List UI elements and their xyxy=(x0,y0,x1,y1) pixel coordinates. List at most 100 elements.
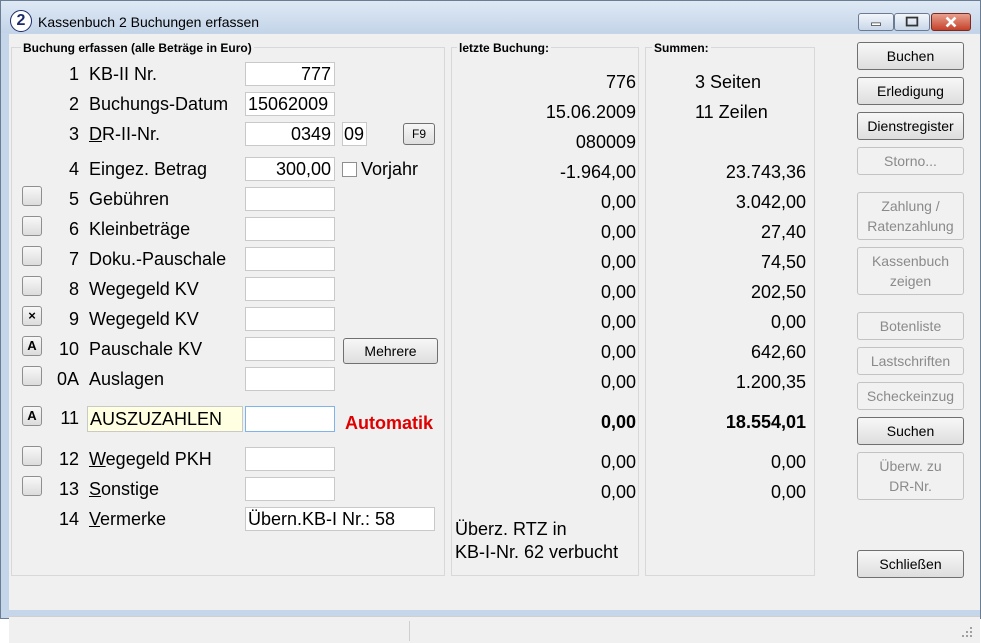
sums-value: 23.743,36 xyxy=(725,162,806,182)
dr-ii-year-field[interactable]: 09 xyxy=(342,122,367,146)
title-bar[interactable]: 2 Kassenbuch 2 Buchungen erfassen xyxy=(1,1,980,33)
mileage-kv-field-8[interactable] xyxy=(245,277,335,301)
last-booking-value: -1.964,00 xyxy=(559,162,636,182)
payout-field[interactable] xyxy=(245,406,335,432)
doc-flatrate-field[interactable] xyxy=(245,247,335,271)
status-bar xyxy=(9,616,980,643)
multiple-button[interactable]: Mehrere xyxy=(343,338,438,364)
row-label: Vermerke xyxy=(89,509,166,530)
sums-value: 3.042,00 xyxy=(735,192,806,212)
status-separator xyxy=(409,621,410,641)
service-register-button[interactable]: Dienstregister xyxy=(857,112,964,140)
sums-pages: 3 Seiten xyxy=(695,72,762,92)
fees-field[interactable] xyxy=(245,187,335,211)
mileage-kv-field-9[interactable] xyxy=(245,307,335,331)
row-number: 9 xyxy=(68,309,79,329)
close-button[interactable] xyxy=(931,13,971,31)
last-booking-title: letzte Buchung: xyxy=(457,41,551,55)
last-booking-value: 0,00 xyxy=(600,192,636,212)
row-number: 3 xyxy=(68,124,79,144)
messenger-list-button[interactable]: Botenliste xyxy=(857,312,964,340)
kb-ii-nr-field[interactable]: 777 xyxy=(245,62,335,86)
search-button[interactable]: Suchen xyxy=(857,417,964,445)
row-label: Gebühren xyxy=(89,189,170,209)
row-label: Wegegeld PKH xyxy=(89,449,212,470)
row-number: 7 xyxy=(68,249,79,269)
resize-grip-icon[interactable] xyxy=(959,625,973,639)
expenses-field[interactable] xyxy=(245,367,335,391)
row-label: Wegegeld KV xyxy=(89,309,199,329)
sums-lines: 11 Zeilen xyxy=(695,102,768,122)
sums-value: 0,00 xyxy=(770,482,806,502)
sums-value: 642,60 xyxy=(750,342,806,362)
main-window: 2 Kassenbuch 2 Buchungen erfassen Buchun… xyxy=(0,0,981,643)
sums-value: 74,50 xyxy=(760,252,806,272)
last-booking-value: 15.06.2009 xyxy=(545,102,636,122)
sums-value: 0,00 xyxy=(770,452,806,472)
row-number: 1 xyxy=(68,64,79,84)
payout-label-field[interactable]: AUSZUZAHLEN xyxy=(87,406,243,432)
close-dialog-button[interactable]: Schließen xyxy=(857,550,964,578)
automatic-label: Automatik xyxy=(345,413,434,433)
sums-value: 27,40 xyxy=(760,222,806,242)
last-booking-value: 0,00 xyxy=(600,282,636,302)
last-booking-value: 0,00 xyxy=(600,372,636,392)
last-booking-value: 0,00 xyxy=(600,452,636,472)
row-number: 8 xyxy=(68,279,79,299)
row-label: Auslagen xyxy=(89,369,165,389)
row-label-mnemonic: V xyxy=(89,509,101,529)
row-number: 12 xyxy=(58,449,79,469)
other-field[interactable] xyxy=(245,477,335,501)
cancel-booking-button[interactable]: Storno... xyxy=(857,147,964,175)
last-booking-value: 776 xyxy=(605,72,636,92)
payment-installment-button[interactable]: Zahlung / Ratenzahlung xyxy=(857,192,964,240)
booking-date-field[interactable]: 15062009 xyxy=(245,92,335,116)
booking-panel-title: Buchung erfassen (alle Beträge in Euro) xyxy=(21,41,254,55)
vorjahr-label: Vorjahr xyxy=(361,159,419,179)
direct-debits-button[interactable]: Lastschriften xyxy=(857,347,964,375)
last-booking-value: 0,00 xyxy=(600,482,636,502)
row-number: 13 xyxy=(58,479,79,499)
minimize-icon xyxy=(871,22,881,26)
window-title: Kassenbuch 2 Buchungen erfassen xyxy=(38,14,260,30)
close-icon xyxy=(945,16,957,28)
remarks-field[interactable]: Übern.KB-I Nr.: 58 xyxy=(245,507,435,531)
last-booking-value: 0,00 xyxy=(600,252,636,272)
last-booking-value: 0,00 xyxy=(600,412,636,432)
maximize-button[interactable] xyxy=(894,13,930,31)
sums-value: 202,50 xyxy=(750,282,806,302)
f9-button[interactable]: F9 xyxy=(403,123,435,145)
transfer-to-dr-button[interactable]: Überw. zu DR-Nr. xyxy=(857,452,964,500)
cheque-collection-button[interactable]: Scheckeinzug xyxy=(857,382,964,410)
sums-value: 18.554,01 xyxy=(725,412,806,432)
flatrate-kv-field[interactable] xyxy=(245,337,335,361)
mileage-pkh-field[interactable] xyxy=(245,447,335,471)
row-label: Kleinbeträge xyxy=(89,219,191,239)
vorjahr-checkbox[interactable] xyxy=(342,162,357,177)
row-label: Eingez. Betrag xyxy=(89,159,208,179)
row-number: 0A xyxy=(56,369,79,389)
row-label: DR-II-Nr. xyxy=(89,124,160,145)
row-label-mnemonic: S xyxy=(89,479,102,499)
last-booking-note: Überz. RTZ in xyxy=(455,519,567,539)
completion-button[interactable]: Erledigung xyxy=(857,77,964,105)
show-cashbook-button[interactable]: Kassenbuch zeigen xyxy=(857,247,964,295)
row-label: Sonstige xyxy=(89,479,159,500)
row-label-mnemonic: D xyxy=(89,124,102,144)
last-booking-value: 080009 xyxy=(575,132,636,152)
sums-value: 1.200,35 xyxy=(735,372,806,392)
small-amounts-field[interactable] xyxy=(245,217,335,241)
row-number: 2 xyxy=(68,94,79,114)
row-label-rest: onstige xyxy=(101,479,160,499)
dr-ii-nr-field[interactable]: 0349 xyxy=(245,122,335,146)
row-number: 5 xyxy=(68,189,79,209)
client-area: Buchung erfassen (alle Beträge in Euro) … xyxy=(9,34,980,643)
row-number: 11 xyxy=(60,408,79,428)
last-booking-note: KB-I-Nr. 62 verbucht xyxy=(455,542,619,562)
row-label: Buchungs-Datum xyxy=(89,94,229,114)
row-label: Pauschale KV xyxy=(89,339,203,359)
minimize-button[interactable] xyxy=(858,13,894,31)
app-icon: 2 xyxy=(10,10,32,32)
book-button[interactable]: Buchen xyxy=(857,42,964,70)
amount-received-field[interactable]: 300,00 xyxy=(245,157,335,181)
